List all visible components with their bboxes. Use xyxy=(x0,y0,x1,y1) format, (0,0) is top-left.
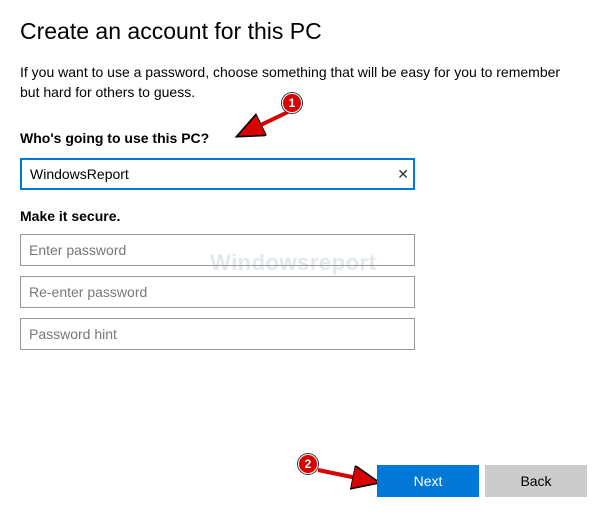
secure-label: Make it secure. xyxy=(20,208,593,224)
back-button[interactable]: Back xyxy=(485,465,587,497)
annotation-badge-2: 2 xyxy=(298,454,318,474)
page-description: If you want to use a password, choose so… xyxy=(20,63,580,102)
password-hint-input[interactable] xyxy=(20,318,415,350)
who-label: Who's going to use this PC? xyxy=(20,130,593,146)
password-input[interactable] xyxy=(20,234,415,266)
repassword-input[interactable] xyxy=(20,276,415,308)
clear-icon[interactable]: ✕ xyxy=(397,167,409,181)
page-title: Create an account for this PC xyxy=(20,18,593,45)
next-button[interactable]: Next xyxy=(377,465,479,497)
username-input[interactable] xyxy=(20,158,415,190)
button-row: Next Back xyxy=(377,465,587,497)
